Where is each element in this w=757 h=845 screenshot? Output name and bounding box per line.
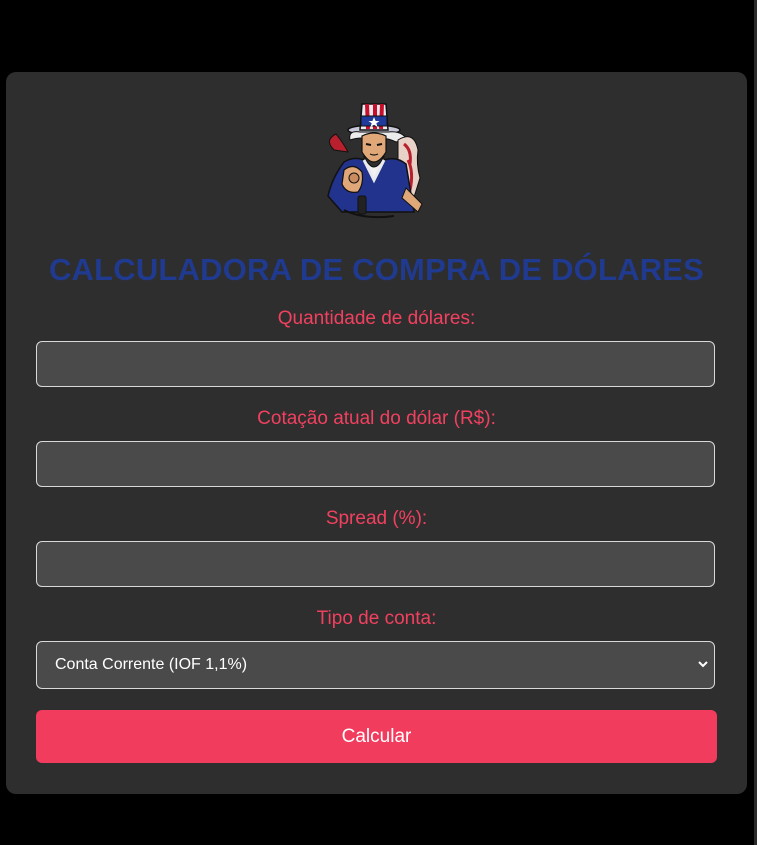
page-title: CALCULADORA DE COMPRA DE DÓLARES (48, 252, 705, 287)
account-type-selected-value: Conta Corrente (IOF 1,1%) (55, 656, 248, 673)
spread-input[interactable] (36, 541, 715, 587)
chevron-down-icon (698, 661, 708, 668)
spread-label: Spread (%): (325, 508, 428, 529)
quantity-input[interactable] (36, 341, 715, 387)
exchange-rate-label: Cotação atual do dólar (R$): (257, 408, 496, 429)
quantity-label: Quantidade de dólares: (277, 308, 476, 329)
account-type-label: Tipo de conta: (316, 608, 437, 629)
calculator-card: CALCULADORA DE COMPRA DE DÓLARES Quantid… (6, 72, 747, 794)
uncle-sam-icon (327, 103, 423, 219)
exchange-rate-input[interactable] (36, 441, 715, 487)
account-type-select[interactable]: Conta Corrente (IOF 1,1%) (36, 641, 715, 689)
calculate-button[interactable]: Calcular (36, 710, 717, 763)
